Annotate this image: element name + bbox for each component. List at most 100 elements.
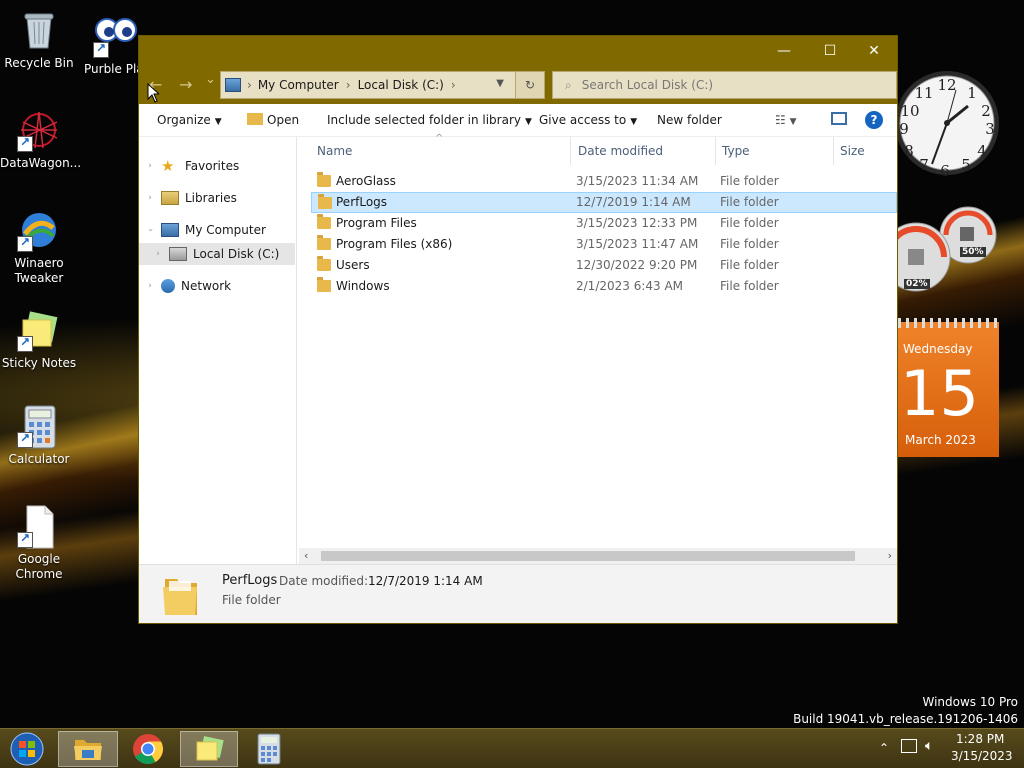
watermark-edition: Windows 10 Pro xyxy=(922,695,1018,709)
desktop-icon-google-chrome[interactable]: Google Chrome xyxy=(0,504,78,582)
command-bar: Organize ▼ Open Include selected folder i… xyxy=(139,104,897,137)
table-row[interactable]: PerfLogs 12/7/2019 1:14 AM File folder xyxy=(311,192,897,213)
close-button[interactable]: ✕ xyxy=(851,36,897,66)
file-date: 2/1/2023 6:43 AM xyxy=(576,279,684,293)
desktop-icon-winaero-tweaker[interactable]: Winaero Tweaker xyxy=(0,208,78,286)
calculator-icon xyxy=(257,733,281,765)
search-icon: ⌕ xyxy=(565,77,572,92)
table-row[interactable]: Windows 2/1/2023 6:43 AM File folder xyxy=(311,276,897,297)
chrome-icon xyxy=(133,734,164,765)
address-dropdown-icon[interactable]: ▼ xyxy=(496,78,504,89)
chevron-right-icon[interactable]: › xyxy=(139,161,161,171)
table-row[interactable]: Program Files 3/15/2023 12:33 PM File fo… xyxy=(311,213,897,234)
nav-item-favorites[interactable]: › ★ Favorites xyxy=(139,155,295,177)
breadcrumb-my-computer[interactable]: My Computer xyxy=(258,78,339,92)
file-type: File folder xyxy=(720,237,779,251)
file-name: PerfLogs xyxy=(336,195,388,209)
calendar-gadget[interactable]: Wednesday 15 March 2023 xyxy=(898,318,999,457)
scroll-right-icon[interactable]: › xyxy=(888,549,892,562)
taskbar-file-explorer[interactable] xyxy=(58,731,118,767)
scrollbar-thumb[interactable] xyxy=(321,551,855,561)
svg-text:10: 10 xyxy=(900,102,919,120)
desktop-icon-label: Google Chrome xyxy=(15,552,63,581)
column-header-type[interactable]: Type xyxy=(716,137,834,165)
desktop-icon-recycle-bin[interactable]: Recycle Bin xyxy=(0,8,78,71)
help-button[interactable]: ? xyxy=(865,111,883,129)
cpu-meter-gadget[interactable]: 02% 50% xyxy=(881,205,1000,305)
chevron-right-icon[interactable]: › xyxy=(139,281,161,291)
show-hidden-icons-button[interactable]: ⌃ xyxy=(879,741,889,755)
desktop-icon-datawagon[interactable]: DataWagon... xyxy=(0,108,81,171)
shortcut-arrow-icon xyxy=(17,235,33,252)
taskbar-google-chrome[interactable] xyxy=(124,731,172,767)
column-header-size[interactable]: Size xyxy=(834,137,897,165)
file-name: AeroGlass xyxy=(336,174,396,188)
refresh-button[interactable]: ↻ xyxy=(515,71,545,99)
navigation-pane[interactable]: › ★ Favorites › Libraries › My Computer … xyxy=(139,137,297,564)
nav-item-local-disk[interactable]: › Local Disk (C:) xyxy=(139,243,295,265)
taskbar-sticky-notes[interactable] xyxy=(180,731,238,767)
table-row[interactable]: Program Files (x86) 3/15/2023 11:47 AM F… xyxy=(311,234,897,255)
table-row[interactable]: Users 12/30/2022 9:20 PM File folder xyxy=(311,255,897,276)
chevron-down-icon[interactable]: › xyxy=(145,219,155,241)
desktop-icon-calculator[interactable]: Calculator xyxy=(0,404,78,467)
taskbar-calculator[interactable] xyxy=(246,731,292,767)
minimize-button[interactable]: — xyxy=(761,36,807,66)
svg-text:3: 3 xyxy=(985,120,995,138)
shortcut-arrow-icon xyxy=(17,335,33,352)
folder-icon xyxy=(74,740,102,760)
file-list[interactable]: Name ^ Date modified Type Size AeroGlass… xyxy=(299,133,897,552)
watermark-build: Build 19041.vb_release.191206-1406 xyxy=(793,712,1018,726)
breadcrumb-separator: › xyxy=(450,78,456,92)
file-type: File folder xyxy=(720,174,779,188)
column-header-date[interactable]: Date modified xyxy=(572,137,716,165)
new-folder-button[interactable]: New folder xyxy=(657,113,722,127)
maximize-button[interactable]: ☐ xyxy=(807,36,853,66)
file-name: Program Files xyxy=(336,216,417,230)
shortcut-arrow-icon xyxy=(17,135,33,152)
file-date: 3/15/2023 11:34 AM xyxy=(576,174,699,188)
table-row[interactable]: AeroGlass 3/15/2023 11:34 AM File folder xyxy=(311,171,897,192)
analog-clock-icon: 12 123 4567 891011 xyxy=(895,71,999,180)
recent-locations-button[interactable]: ⌄ xyxy=(205,72,216,87)
desktop-icon-sticky-notes[interactable]: Sticky Notes xyxy=(0,308,78,371)
clock-date[interactable]: 3/15/2023 xyxy=(951,749,1013,763)
breadcrumb-local-disk[interactable]: Local Disk (C:) xyxy=(358,78,444,92)
file-date: 3/15/2023 11:47 AM xyxy=(576,237,699,251)
organize-button[interactable]: Organize ▼ xyxy=(157,113,222,127)
clock-time[interactable]: 1:28 PM xyxy=(956,732,1004,746)
chevron-right-icon[interactable]: › xyxy=(139,193,161,203)
search-input[interactable]: ⌕ Search Local Disk (C:) xyxy=(552,71,897,99)
forward-button[interactable]: → xyxy=(179,75,192,94)
volume-tray-icon[interactable]: 🔈︎ xyxy=(925,738,933,754)
scroll-left-icon[interactable]: ‹ xyxy=(304,549,308,562)
purble-place-icon xyxy=(93,14,137,58)
file-name: Windows xyxy=(336,279,390,293)
file-explorer-window[interactable]: — ☐ ✕ ← → ⌄ › My Computer › Local Disk (… xyxy=(138,35,898,624)
title-bar[interactable]: — ☐ ✕ xyxy=(139,36,897,68)
nav-item-libraries[interactable]: › Libraries xyxy=(139,187,295,209)
file-date: 12/30/2022 9:20 PM xyxy=(576,258,698,272)
cpu-meter-value: 02% xyxy=(904,279,930,289)
horizontal-scrollbar[interactable]: ‹ › xyxy=(299,548,897,564)
details-date-label: Date modified: xyxy=(279,574,369,588)
view-options-button[interactable]: ☷ ▼ xyxy=(775,113,797,127)
file-type: File folder xyxy=(720,279,779,293)
clock-gadget[interactable]: 12 1 2 3 4567 8 9 10 11 xyxy=(894,60,1000,186)
svg-text:9: 9 xyxy=(899,120,909,138)
svg-text:8: 8 xyxy=(904,142,914,160)
include-in-library-button[interactable]: Include selected folder in library ▼ xyxy=(327,113,532,127)
calendar-day: 15 xyxy=(900,357,979,430)
file-type: File folder xyxy=(720,216,779,230)
start-button[interactable] xyxy=(6,731,48,767)
network-tray-icon[interactable] xyxy=(901,739,917,753)
address-bar[interactable]: › My Computer › Local Disk (C:) › ▼ xyxy=(220,71,545,99)
computer-icon xyxy=(225,78,241,92)
nav-item-my-computer[interactable]: › My Computer xyxy=(139,219,295,241)
chevron-right-icon[interactable]: › xyxy=(147,249,169,259)
preview-pane-button[interactable] xyxy=(831,112,847,125)
open-button[interactable]: Open xyxy=(247,113,299,127)
give-access-button[interactable]: Give access to ▼ xyxy=(539,113,637,127)
nav-item-network[interactable]: › Network xyxy=(139,275,295,297)
calendar-month: March 2023 xyxy=(905,433,976,447)
